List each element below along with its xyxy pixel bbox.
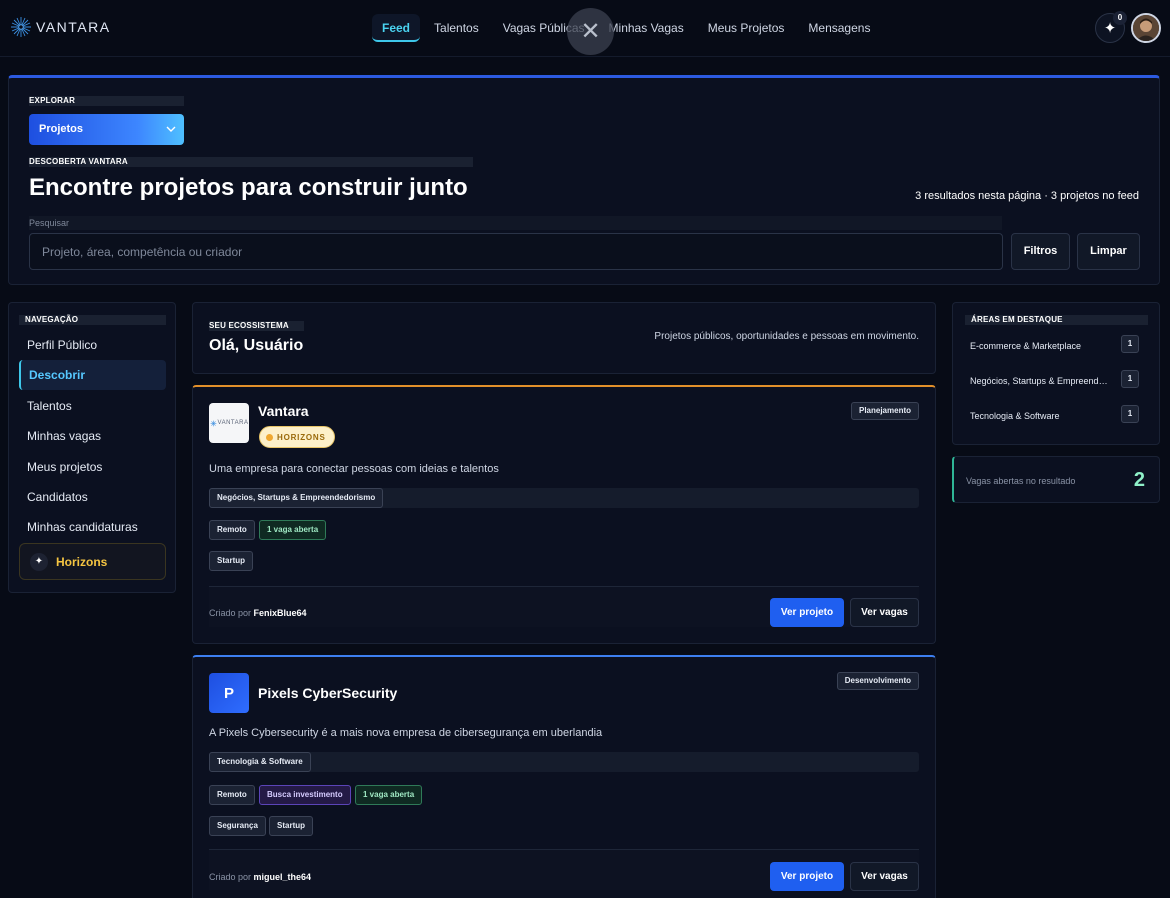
sidebar-item-meus-projetos[interactable]: Meus projetos <box>19 452 166 482</box>
view-jobs-button[interactable]: Ver vagas <box>850 862 919 891</box>
horizons-badge: HORIZONS <box>259 426 335 448</box>
main-nav: Feed Talentos Vagas Públicas Minhas Vaga… <box>372 14 884 42</box>
investment-chip: Busca investimento <box>259 785 351 805</box>
status-badge: Planejamento <box>850 402 919 420</box>
chevron-down-icon <box>166 114 176 158</box>
notification-count-badge: 0 <box>1113 11 1127 25</box>
sidebar-title: NAVEGAÇÃO <box>19 315 166 325</box>
project-logo[interactable]: P <box>209 673 249 713</box>
featured-areas-title: ÁREAS EM DESTAQUE <box>965 315 1148 325</box>
tag-chip: Startup <box>209 551 253 571</box>
creator-name[interactable]: miguel_the64 <box>254 872 312 882</box>
status-badge: Desenvolvimento <box>836 672 919 690</box>
tag-chip: Remoto <box>209 785 255 805</box>
page-title: Encontre projetos para construir junto <box>29 174 468 201</box>
creator-prefix: Criado por <box>209 872 252 882</box>
project-logo-text: VANTARA <box>217 420 249 426</box>
open-jobs-label: Vagas abertas no resultado <box>966 476 1076 486</box>
open-jobs-chip: 1 vaga aberta <box>355 785 423 805</box>
project-description: A Pixels Cybersecurity é a mais nova emp… <box>209 727 603 739</box>
search-label: Pesquisar <box>29 216 1002 230</box>
ecosystem-label: SEU ECOSSISTEMA <box>209 321 304 331</box>
area-count-badge: 1 <box>1121 405 1139 423</box>
vantara-logo-icon <box>11 17 31 37</box>
open-jobs-chip: 1 vaga aberta <box>259 520 327 540</box>
category-chip: Negócios, Startups & Empreendedorismo <box>209 488 384 508</box>
tag-chip: Remoto <box>209 520 255 540</box>
project-logo-mark: VANTARA <box>210 420 249 427</box>
welcome-title: Olá, Usuário <box>209 337 304 354</box>
category-row: Tecnologia & Software <box>209 752 919 772</box>
category-chip: Tecnologia & Software <box>209 752 311 772</box>
creator-name[interactable]: FenixBlue64 <box>254 608 307 618</box>
sidebar-item-candidatos[interactable]: Candidatos <box>19 482 166 512</box>
sidebar: NAVEGAÇÃO Perfil Público Descobrir Talen… <box>8 302 176 593</box>
filters-button[interactable]: Filtros <box>1011 233 1070 270</box>
top-bar: VANTARA Feed Talentos Vagas Públicas Min… <box>0 0 1170 57</box>
nav-meus-projetos[interactable]: Meus Projetos <box>698 14 795 42</box>
project-description: Uma empresa para conectar pessoas com id… <box>209 463 499 475</box>
sidebar-item-descobrir[interactable]: Descobrir <box>19 360 166 390</box>
nav-feed[interactable]: Feed <box>372 14 421 42</box>
sidebar-item-minhas-vagas[interactable]: Minhas vagas <box>19 421 166 451</box>
welcome-panel: SEU ECOSSISTEMA Olá, Usuário Projetos pú… <box>192 302 936 374</box>
avatar-image <box>1133 15 1159 41</box>
sidebar-item-perfil-publico[interactable]: Perfil Público <box>19 330 166 360</box>
open-jobs-value: 2 <box>1133 469 1145 491</box>
horizons-dot-icon <box>266 433 273 441</box>
sidebar-item-minhas-candidaturas[interactable]: Minhas candidaturas <box>19 512 166 542</box>
horizons-button[interactable]: ✦ Horizons <box>19 543 166 580</box>
explore-panel: EXPLORAR Projetos DESCOBERTA VANTARA Enc… <box>8 75 1160 285</box>
project-creator: Criado por FenixBlue64 <box>209 608 307 618</box>
discovery-label: DESCOBERTA VANTARA <box>29 157 473 167</box>
area-count-badge: 1 <box>1121 335 1139 353</box>
results-count: 3 resultados nesta página · 3 projetos n… <box>915 190 1139 202</box>
project-name[interactable]: Vantara <box>258 403 309 419</box>
close-overlay-button[interactable]: ✕ <box>567 8 614 55</box>
nav-mensagens[interactable]: Mensagens <box>798 14 880 42</box>
horizons-label: Horizons <box>56 554 108 569</box>
explore-type-select[interactable]: Projetos <box>29 114 184 145</box>
welcome-subtitle: Projetos públicos, oportunidades e pesso… <box>654 331 919 342</box>
project-card: P Pixels CyberSecurity Desenvolvimento A… <box>192 655 936 898</box>
tag-chip: Segurança <box>209 816 266 836</box>
area-label: Negócios, Startups & Empreendedorismo <box>970 376 1110 386</box>
explore-label: EXPLORAR <box>29 96 184 106</box>
clear-button[interactable]: Limpar <box>1077 233 1140 270</box>
view-project-button[interactable]: Ver projeto <box>770 862 844 891</box>
area-count-badge: 1 <box>1121 370 1139 388</box>
area-label: Tecnologia & Software <box>970 411 1060 421</box>
horizons-badge-label: HORIZONS <box>277 432 326 442</box>
category-row: Negócios, Startups & Empreendedorismo <box>209 488 919 508</box>
brand-logo[interactable]: VANTARA <box>9 15 111 39</box>
area-label: E-commerce & Marketplace <box>970 341 1082 351</box>
user-avatar[interactable] <box>1131 13 1161 43</box>
open-jobs-panel: Vagas abertas no resultado 2 <box>952 456 1160 503</box>
nav-talentos[interactable]: Talentos <box>424 14 489 42</box>
project-logo[interactable]: VANTARA <box>209 403 249 443</box>
tag-chip: Startup <box>269 816 313 836</box>
vantara-logo-icon <box>210 420 216 426</box>
project-name[interactable]: Pixels CyberSecurity <box>258 685 397 701</box>
project-creator: Criado por miguel_the64 <box>209 872 311 882</box>
explore-type-value: Projetos <box>39 123 84 135</box>
sparkle-icon: ✦ <box>30 552 48 571</box>
sidebar-item-talentos[interactable]: Talentos <box>19 391 166 421</box>
brand-name: VANTARA <box>36 19 111 35</box>
creator-prefix: Criado por <box>209 608 252 618</box>
project-card: VANTARA Vantara HORIZONS Planejamento Um… <box>192 385 936 644</box>
view-jobs-button[interactable]: Ver vagas <box>850 598 919 627</box>
close-icon: ✕ <box>580 17 601 45</box>
search-input[interactable] <box>29 233 1003 270</box>
view-project-button[interactable]: Ver projeto <box>770 598 844 627</box>
featured-areas-panel: ÁREAS EM DESTAQUE E-commerce & Marketpla… <box>952 302 1160 445</box>
